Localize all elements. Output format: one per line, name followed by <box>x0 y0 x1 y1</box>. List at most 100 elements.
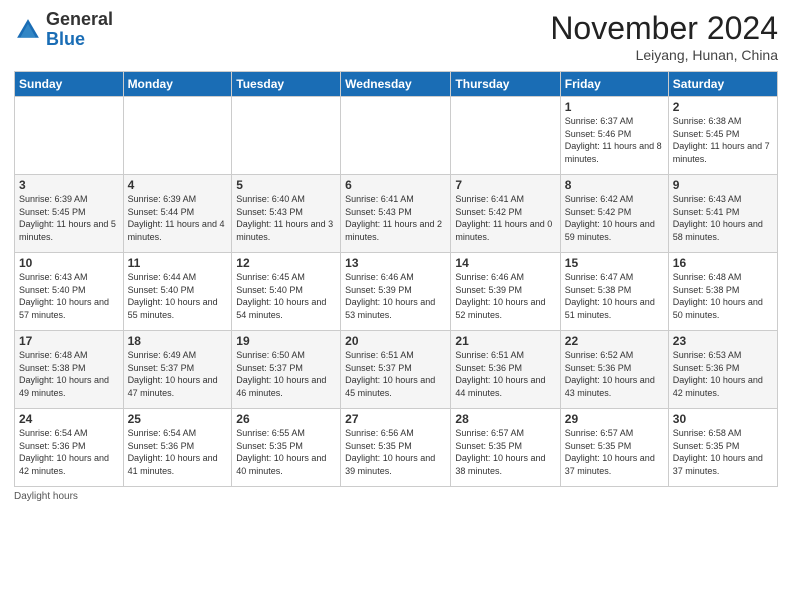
day-number: 12 <box>236 256 336 270</box>
day-info: Sunrise: 6:41 AM Sunset: 5:43 PM Dayligh… <box>345 193 446 243</box>
header: General Blue November 2024 Leiyang, Huna… <box>14 10 778 63</box>
title-block: November 2024 Leiyang, Hunan, China <box>550 10 778 63</box>
day-number: 16 <box>673 256 773 270</box>
day-info: Sunrise: 6:48 AM Sunset: 5:38 PM Dayligh… <box>19 349 119 399</box>
col-header-sunday: Sunday <box>15 72 124 97</box>
day-number: 5 <box>236 178 336 192</box>
day-info: Sunrise: 6:39 AM Sunset: 5:45 PM Dayligh… <box>19 193 119 243</box>
calendar-cell: 19Sunrise: 6:50 AM Sunset: 5:37 PM Dayli… <box>232 331 341 409</box>
calendar-table: SundayMondayTuesdayWednesdayThursdayFrid… <box>14 71 778 487</box>
day-info: Sunrise: 6:53 AM Sunset: 5:36 PM Dayligh… <box>673 349 773 399</box>
page-container: General Blue November 2024 Leiyang, Huna… <box>0 0 792 612</box>
day-number: 15 <box>565 256 664 270</box>
calendar-cell: 13Sunrise: 6:46 AM Sunset: 5:39 PM Dayli… <box>341 253 451 331</box>
day-number: 1 <box>565 100 664 114</box>
calendar-cell: 24Sunrise: 6:54 AM Sunset: 5:36 PM Dayli… <box>15 409 124 487</box>
calendar-cell: 29Sunrise: 6:57 AM Sunset: 5:35 PM Dayli… <box>560 409 668 487</box>
day-number: 20 <box>345 334 446 348</box>
day-info: Sunrise: 6:46 AM Sunset: 5:39 PM Dayligh… <box>455 271 555 321</box>
day-number: 9 <box>673 178 773 192</box>
day-info: Sunrise: 6:55 AM Sunset: 5:35 PM Dayligh… <box>236 427 336 477</box>
calendar-week-3: 17Sunrise: 6:48 AM Sunset: 5:38 PM Dayli… <box>15 331 778 409</box>
day-number: 23 <box>673 334 773 348</box>
day-number: 18 <box>128 334 228 348</box>
calendar-cell: 11Sunrise: 6:44 AM Sunset: 5:40 PM Dayli… <box>123 253 232 331</box>
day-info: Sunrise: 6:51 AM Sunset: 5:36 PM Dayligh… <box>455 349 555 399</box>
logo-blue: Blue <box>46 29 85 49</box>
calendar-cell: 16Sunrise: 6:48 AM Sunset: 5:38 PM Dayli… <box>668 253 777 331</box>
calendar-cell: 15Sunrise: 6:47 AM Sunset: 5:38 PM Dayli… <box>560 253 668 331</box>
day-info: Sunrise: 6:44 AM Sunset: 5:40 PM Dayligh… <box>128 271 228 321</box>
day-number: 30 <box>673 412 773 426</box>
location: Leiyang, Hunan, China <box>550 47 778 63</box>
day-info: Sunrise: 6:40 AM Sunset: 5:43 PM Dayligh… <box>236 193 336 243</box>
footer-note: Daylight hours <box>14 491 778 502</box>
day-info: Sunrise: 6:42 AM Sunset: 5:42 PM Dayligh… <box>565 193 664 243</box>
calendar-cell: 22Sunrise: 6:52 AM Sunset: 5:36 PM Dayli… <box>560 331 668 409</box>
calendar-cell: 21Sunrise: 6:51 AM Sunset: 5:36 PM Dayli… <box>451 331 560 409</box>
day-number: 27 <box>345 412 446 426</box>
day-info: Sunrise: 6:38 AM Sunset: 5:45 PM Dayligh… <box>673 115 773 165</box>
day-info: Sunrise: 6:46 AM Sunset: 5:39 PM Dayligh… <box>345 271 446 321</box>
calendar-cell: 10Sunrise: 6:43 AM Sunset: 5:40 PM Dayli… <box>15 253 124 331</box>
logo-text: General Blue <box>46 10 113 50</box>
calendar-cell: 28Sunrise: 6:57 AM Sunset: 5:35 PM Dayli… <box>451 409 560 487</box>
month-title: November 2024 <box>550 10 778 47</box>
calendar-cell: 8Sunrise: 6:42 AM Sunset: 5:42 PM Daylig… <box>560 175 668 253</box>
day-number: 11 <box>128 256 228 270</box>
calendar-cell: 30Sunrise: 6:58 AM Sunset: 5:35 PM Dayli… <box>668 409 777 487</box>
calendar-cell: 3Sunrise: 6:39 AM Sunset: 5:45 PM Daylig… <box>15 175 124 253</box>
day-number: 17 <box>19 334 119 348</box>
day-number: 14 <box>455 256 555 270</box>
calendar-cell: 7Sunrise: 6:41 AM Sunset: 5:42 PM Daylig… <box>451 175 560 253</box>
day-number: 29 <box>565 412 664 426</box>
day-number: 24 <box>19 412 119 426</box>
day-number: 6 <box>345 178 446 192</box>
day-number: 13 <box>345 256 446 270</box>
calendar-cell: 12Sunrise: 6:45 AM Sunset: 5:40 PM Dayli… <box>232 253 341 331</box>
calendar-cell: 20Sunrise: 6:51 AM Sunset: 5:37 PM Dayli… <box>341 331 451 409</box>
calendar-cell: 23Sunrise: 6:53 AM Sunset: 5:36 PM Dayli… <box>668 331 777 409</box>
calendar-cell: 9Sunrise: 6:43 AM Sunset: 5:41 PM Daylig… <box>668 175 777 253</box>
day-info: Sunrise: 6:45 AM Sunset: 5:40 PM Dayligh… <box>236 271 336 321</box>
day-number: 21 <box>455 334 555 348</box>
day-info: Sunrise: 6:49 AM Sunset: 5:37 PM Dayligh… <box>128 349 228 399</box>
calendar-cell <box>451 97 560 175</box>
day-number: 26 <box>236 412 336 426</box>
day-info: Sunrise: 6:48 AM Sunset: 5:38 PM Dayligh… <box>673 271 773 321</box>
day-info: Sunrise: 6:52 AM Sunset: 5:36 PM Dayligh… <box>565 349 664 399</box>
day-info: Sunrise: 6:57 AM Sunset: 5:35 PM Dayligh… <box>565 427 664 477</box>
calendar-cell <box>123 97 232 175</box>
calendar-cell: 2Sunrise: 6:38 AM Sunset: 5:45 PM Daylig… <box>668 97 777 175</box>
calendar-cell <box>232 97 341 175</box>
day-number: 3 <box>19 178 119 192</box>
calendar-cell: 14Sunrise: 6:46 AM Sunset: 5:39 PM Dayli… <box>451 253 560 331</box>
calendar-week-2: 10Sunrise: 6:43 AM Sunset: 5:40 PM Dayli… <box>15 253 778 331</box>
day-info: Sunrise: 6:54 AM Sunset: 5:36 PM Dayligh… <box>128 427 228 477</box>
day-number: 22 <box>565 334 664 348</box>
day-info: Sunrise: 6:51 AM Sunset: 5:37 PM Dayligh… <box>345 349 446 399</box>
day-info: Sunrise: 6:37 AM Sunset: 5:46 PM Dayligh… <box>565 115 664 165</box>
day-number: 19 <box>236 334 336 348</box>
day-info: Sunrise: 6:57 AM Sunset: 5:35 PM Dayligh… <box>455 427 555 477</box>
col-header-thursday: Thursday <box>451 72 560 97</box>
day-number: 4 <box>128 178 228 192</box>
col-header-wednesday: Wednesday <box>341 72 451 97</box>
day-info: Sunrise: 6:39 AM Sunset: 5:44 PM Dayligh… <box>128 193 228 243</box>
col-header-saturday: Saturday <box>668 72 777 97</box>
logo-general: General <box>46 9 113 29</box>
day-info: Sunrise: 6:41 AM Sunset: 5:42 PM Dayligh… <box>455 193 555 243</box>
calendar-cell: 18Sunrise: 6:49 AM Sunset: 5:37 PM Dayli… <box>123 331 232 409</box>
calendar-week-4: 24 Sunrise: 6:54 AM Sunset: 5:36 PM Dayli… <box>15 409 778 487</box>
calendar-week-0: 1Sunrise: 6:37 AM Sunset: 5:46 PM Daylig… <box>15 97 778 175</box>
calendar-cell: 6Sunrise: 6:41 AM Sunset: 5:43 PM Daylig… <box>341 175 451 253</box>
day-number: 10 <box>19 256 119 270</box>
day-info: Sunrise: 6:47 AM Sunset: 5:38 PM Dayligh… <box>565 271 664 321</box>
day-number: 7 <box>455 178 555 192</box>
calendar-cell: 4Sunrise: 6:39 AM Sunset: 5:44 PM Daylig… <box>123 175 232 253</box>
day-info: Sunrise: 6:56 AM Sunset: 5:35 PM Dayligh… <box>345 427 446 477</box>
day-info: Sunrise: 6:43 AM Sunset: 5:41 PM Dayligh… <box>673 193 773 243</box>
calendar-week-1: 3Sunrise: 6:39 AM Sunset: 5:45 PM Daylig… <box>15 175 778 253</box>
calendar-cell: 26Sunrise: 6:55 AM Sunset: 5:35 PM Dayli… <box>232 409 341 487</box>
day-number: 8 <box>565 178 664 192</box>
